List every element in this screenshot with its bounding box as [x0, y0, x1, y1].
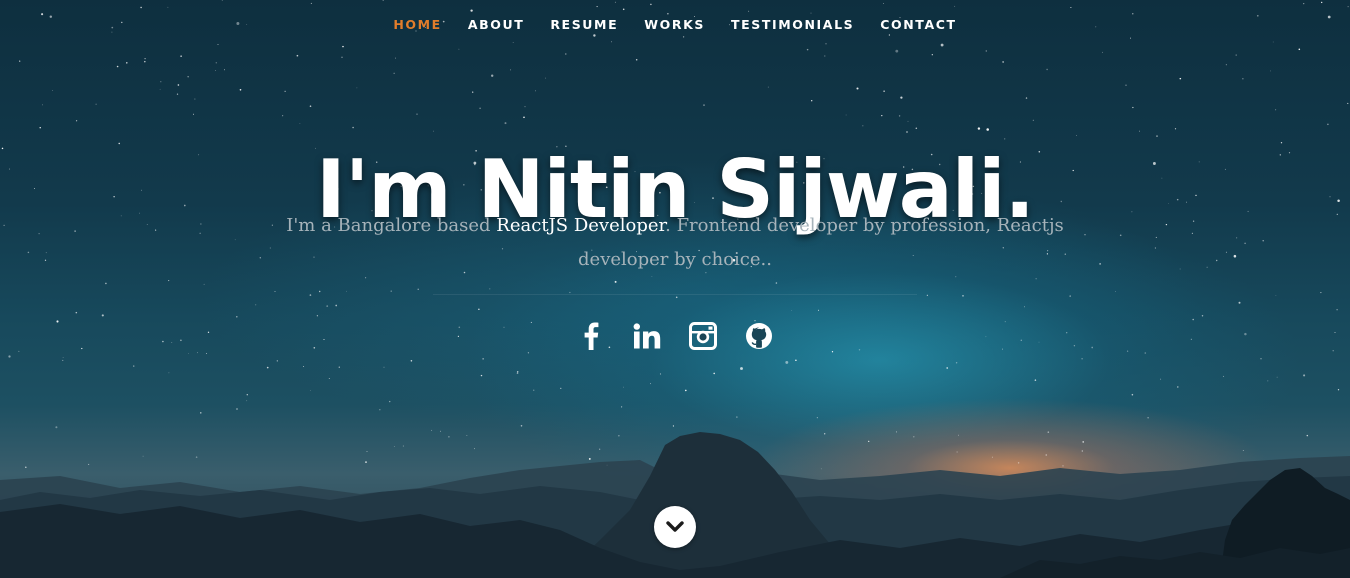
social-links — [0, 320, 1350, 352]
instagram-icon[interactable] — [687, 320, 719, 352]
nav-item-home[interactable]: HOME — [381, 14, 453, 35]
main-nav: HOME ABOUT RESUME WORKS TESTIMONIALS CON… — [0, 14, 1350, 35]
scroll-down-button[interactable] — [654, 506, 696, 548]
facebook-icon[interactable] — [575, 320, 607, 352]
linkedin-icon[interactable] — [631, 320, 663, 352]
intro-text-before: I'm a Bangalore based — [286, 215, 497, 236]
nav-item-works[interactable]: WORKS — [632, 14, 717, 35]
hero-divider — [433, 294, 917, 295]
intro-highlight: ReactJS Developer — [496, 215, 666, 236]
nav-item-testimonials[interactable]: TESTIMONIALS — [719, 14, 866, 35]
mountain-silhouette — [0, 432, 1350, 578]
nav-item-resume[interactable]: RESUME — [538, 14, 630, 35]
hero-banner: HOME ABOUT RESUME WORKS TESTIMONIALS CON… — [0, 0, 1350, 578]
nav-item-contact[interactable]: CONTACT — [868, 14, 968, 35]
github-icon[interactable] — [743, 320, 775, 352]
hero-intro: I'm a Bangalore based ReactJS Developer.… — [275, 209, 1075, 277]
nav-item-about[interactable]: ABOUT — [456, 14, 537, 35]
chevron-down-icon — [666, 521, 684, 532]
